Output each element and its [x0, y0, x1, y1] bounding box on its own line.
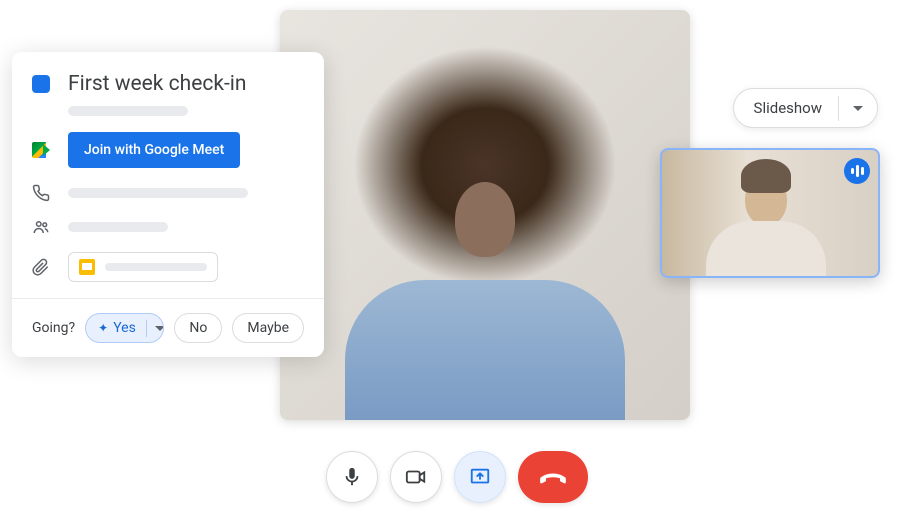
slides-icon — [79, 259, 95, 275]
main-video-feed — [280, 10, 690, 420]
pip-video-feed[interactable] — [660, 148, 880, 278]
participant-pip — [745, 173, 787, 225]
rsvp-no-button[interactable]: No — [174, 313, 222, 343]
chevron-down-icon — [853, 106, 863, 111]
attachment-icon — [32, 258, 50, 276]
people-icon — [32, 218, 50, 236]
rsvp-maybe-button[interactable]: Maybe — [232, 313, 304, 343]
guests-placeholder — [68, 222, 168, 232]
rsvp-prompt: Going? — [32, 320, 75, 336]
slideshow-button[interactable]: Slideshow — [734, 89, 838, 127]
attachment-chip[interactable] — [68, 252, 218, 282]
meet-icon — [32, 141, 50, 159]
phone-placeholder — [68, 188, 248, 198]
rsvp-yes-label: Yes — [113, 320, 136, 336]
slideshow-dropdown[interactable] — [838, 96, 877, 121]
present-screen-icon — [469, 466, 491, 488]
phone-icon — [32, 184, 50, 202]
rsvp-bar: Going? ✦ Yes No Maybe — [12, 298, 324, 357]
slideshow-split-button: Slideshow — [733, 88, 878, 128]
hangup-icon — [539, 463, 567, 491]
camera-button[interactable] — [390, 451, 442, 503]
rsvp-yes-dropdown[interactable] — [146, 320, 165, 337]
sparkle-icon: ✦ — [98, 321, 108, 335]
join-meet-button[interactable]: Join with Google Meet — [68, 132, 240, 168]
attachment-name-placeholder — [105, 263, 207, 271]
event-time-placeholder — [68, 106, 188, 116]
calendar-event-card: First week check-in Join with Google Mee… — [12, 52, 324, 357]
present-button[interactable] — [454, 451, 506, 503]
participant-main — [280, 10, 690, 420]
event-title: First week check-in — [68, 72, 247, 96]
microphone-icon — [341, 466, 363, 488]
rsvp-yes-button[interactable]: ✦ Yes — [86, 314, 146, 342]
rsvp-yes-split-button: ✦ Yes — [85, 313, 164, 343]
meeting-controls — [326, 451, 588, 503]
chevron-down-icon — [155, 326, 165, 331]
speaking-indicator-icon — [844, 158, 870, 184]
camera-icon — [405, 466, 427, 488]
end-call-button[interactable] — [518, 451, 588, 503]
event-color-indicator — [32, 75, 50, 93]
mic-button[interactable] — [326, 451, 378, 503]
